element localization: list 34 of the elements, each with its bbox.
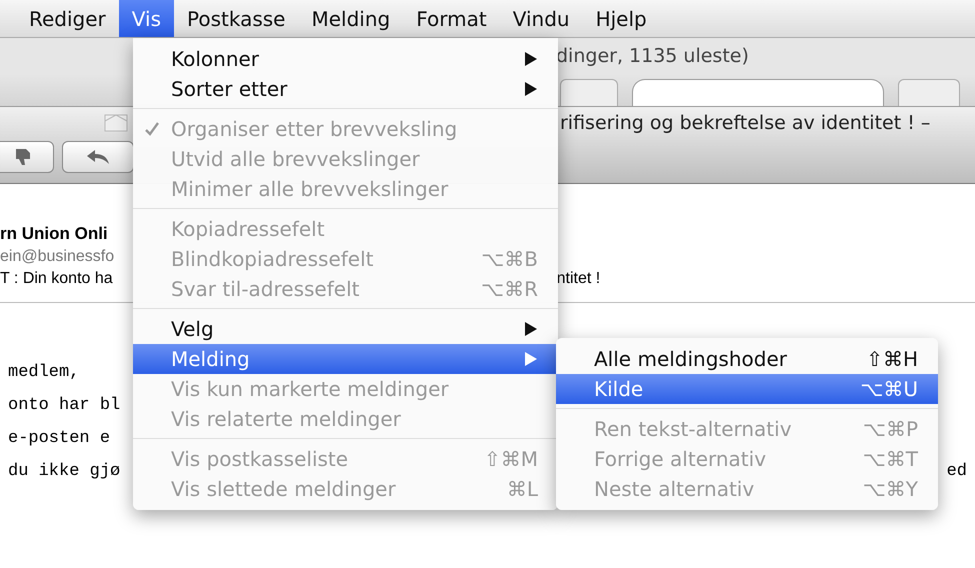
reply-arrow-icon <box>85 148 111 166</box>
sender-address: ein@businessfo <box>0 248 114 266</box>
body-text: medlem, <box>8 363 80 382</box>
window-title: dinger, 1135 uleste) <box>556 45 749 67</box>
menu-bar-item[interactable]: Postkasse <box>174 0 298 37</box>
menu-item[interactable]: Melding <box>133 344 558 374</box>
menu-bar-item[interactable]: Vindu <box>500 0 583 37</box>
menu-bar-item[interactable]: Rediger <box>16 0 119 37</box>
menu-bar-item[interactable]: Vis <box>118 0 174 37</box>
sender-name: rn Union Onli <box>0 224 108 244</box>
menu-item[interactable]: Kolonner <box>133 44 558 74</box>
submenu-arrow-icon <box>524 321 538 337</box>
submenu-arrow-icon <box>524 81 538 97</box>
menu-bar-item[interactable]: Melding <box>298 0 404 37</box>
toolbar-button[interactable] <box>898 79 960 106</box>
subject-text: T : Din konto ha <box>0 270 113 288</box>
submenu-arrow-icon <box>524 351 538 367</box>
submenu-arrow-icon <box>524 51 538 67</box>
message-title: rifisering og bekreftelse av identitet ! – <box>560 112 930 134</box>
menu-item[interactable]: Velg <box>133 314 558 344</box>
toolbar-button[interactable] <box>560 79 618 106</box>
reply-button[interactable] <box>62 141 134 173</box>
envelope-icon <box>104 114 128 132</box>
body-text: e-posten e <box>8 429 110 448</box>
body-text: du ikke gjø <box>8 462 120 481</box>
menu-bar-item[interactable]: Hjelp <box>582 0 660 37</box>
thumbs-down-button[interactable] <box>0 141 54 173</box>
subject-text: ntitet ! <box>556 270 600 288</box>
body-text: ed <box>946 462 967 481</box>
search-field[interactable] <box>632 79 884 106</box>
menu-bar-item[interactable]: Format <box>403 0 500 37</box>
menu-item[interactable]: Alle meldingshoder ⇧⌘H <box>556 344 938 374</box>
menu-item[interactable]: Kilde ⌥⌘U <box>556 374 938 404</box>
body-text: onto har bl <box>8 396 120 415</box>
